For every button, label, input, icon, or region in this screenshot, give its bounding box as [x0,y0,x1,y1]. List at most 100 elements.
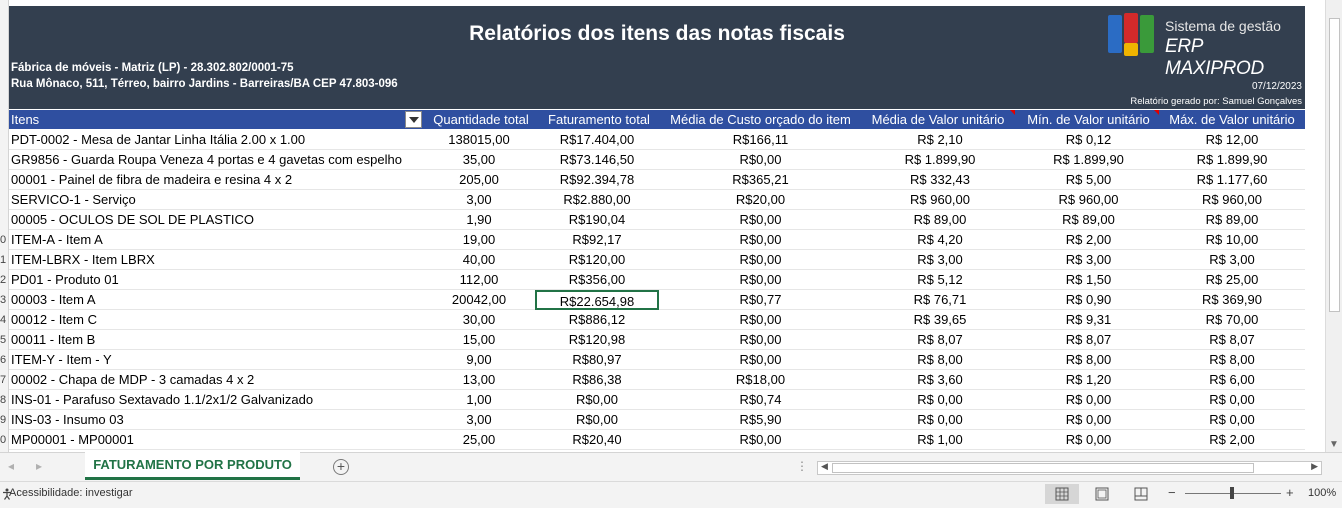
cell-item[interactable]: GR9856 - Guarda Roupa Veneza 4 portas e … [11,150,423,170]
row-number[interactable]: 9 [0,410,9,430]
table-row[interactable]: INS-01 - Parafuso Sextavado 1.1/2x1/2 Ga… [9,390,1305,410]
cell-revenue[interactable]: R$92.394,78 [535,170,659,190]
row-number[interactable]: 6 [0,350,9,370]
report-banner[interactable]: Relatórios dos itens das notas fiscais F… [9,6,1305,109]
row-number[interactable]: 8 [0,390,9,410]
cell-min-unit[interactable]: R$ 1.899,90 [1018,150,1159,170]
cell-qty[interactable]: 3,00 [423,190,535,210]
cell-qty[interactable]: 15,00 [423,330,535,350]
cell-revenue[interactable]: R$80,97 [535,350,659,370]
cell-avg-cost[interactable]: R$0,00 [659,330,862,350]
cell-max-unit[interactable]: R$ 3,00 [1159,250,1305,270]
cell-revenue[interactable]: R$886,12 [535,310,659,330]
header-min-unit[interactable]: Mín. de Valor unitário [1018,110,1159,129]
table-row[interactable]: ITEM-Y - Item - Y 9,00 R$80,97 R$0,00 R$ 8,0… [9,350,1305,370]
cell-qty[interactable]: 1,90 [423,210,535,230]
cell-avg-unit[interactable]: R$ 8,07 [862,330,1018,350]
cell-qty[interactable]: 3,00 [423,410,535,430]
scroll-left-arrow-icon[interactable]: ◀ [821,461,828,472]
cell-qty[interactable]: 112,00 [423,270,535,290]
cell-min-unit[interactable]: R$ 89,00 [1018,210,1159,230]
row-number[interactable]: 1 [0,250,9,270]
add-sheet-icon[interactable]: + [333,459,349,475]
cell-qty[interactable]: 25,00 [423,430,535,450]
cell-item[interactable]: ITEM-Y - Item - Y [11,350,423,370]
cell-min-unit[interactable]: R$ 8,00 [1018,350,1159,370]
row-number[interactable]: 0 [0,230,9,250]
cell-max-unit[interactable]: R$ 25,00 [1159,270,1305,290]
table-row[interactable]: 00002 - Chapa de MDP - 3 camadas 4 x 2 13… [9,370,1305,390]
table-row[interactable]: ITEM-A - Item A 19,00 R$92,17 R$0,00 R$ 4,20… [9,230,1305,250]
zoom-slider-knob[interactable] [1230,487,1234,499]
table-row[interactable]: 00001 - Painel de fibra de madeira e res… [9,170,1305,190]
cell-max-unit[interactable]: R$ 0,00 [1159,410,1305,430]
row-number[interactable]: 3 [0,290,9,310]
cell-avg-cost[interactable]: R$0,00 [659,250,862,270]
cell-item[interactable]: ITEM-A - Item A [11,230,423,250]
cell-avg-unit[interactable]: R$ 3,00 [862,250,1018,270]
cell-qty[interactable]: 13,00 [423,370,535,390]
cell-revenue[interactable]: R$356,00 [535,270,659,290]
cell-max-unit[interactable]: R$ 1.899,90 [1159,150,1305,170]
cell-avg-cost[interactable]: R$0,00 [659,430,862,450]
cell-avg-unit[interactable]: R$ 960,00 [862,190,1018,210]
vertical-scrollbar[interactable]: ▼ [1325,0,1342,452]
cell-item[interactable]: 00001 - Painel de fibra de madeira e res… [11,170,423,190]
row-number[interactable]: 4 [0,310,9,330]
header-avg-unit[interactable]: Média de Valor unitário [862,110,1014,129]
cell-item[interactable]: 00012 - Item C [11,310,423,330]
cell-revenue[interactable]: R$120,98 [535,330,659,350]
cell-max-unit[interactable]: R$ 70,00 [1159,310,1305,330]
table-row[interactable]: ITEM-LBRX - Item LBRX 40,00 R$120,00 R$0,00… [9,250,1305,270]
header-avg-cost[interactable]: Média de Custo orçado do item [659,110,862,129]
cell-avg-cost[interactable]: R$0,00 [659,150,862,170]
row-number[interactable]: 2 [0,270,9,290]
normal-view-button[interactable] [1045,484,1079,504]
cell-avg-unit[interactable]: R$ 3,60 [862,370,1018,390]
cell-max-unit[interactable]: R$ 89,00 [1159,210,1305,230]
cell-avg-unit[interactable]: R$ 8,00 [862,350,1018,370]
cell-avg-unit[interactable]: R$ 76,71 [862,290,1018,310]
cell-avg-unit[interactable]: R$ 0,00 [862,390,1018,410]
cell-qty[interactable]: 30,00 [423,310,535,330]
table-row[interactable]: 00011 - Item B 15,00 R$120,98 R$0,00 R$ 8,07… [9,330,1305,350]
worksheet[interactable]: 01234567890 Relatórios dos itens das not… [0,0,1325,452]
cell-avg-unit[interactable]: R$ 1.899,90 [862,150,1018,170]
cell-min-unit[interactable]: R$ 5,00 [1018,170,1159,190]
cell-min-unit[interactable]: R$ 1,20 [1018,370,1159,390]
row-number[interactable]: 7 [0,370,9,390]
cell-avg-cost[interactable]: R$0,00 [659,230,862,250]
cell-max-unit[interactable]: R$ 2,00 [1159,430,1305,450]
cell-avg-unit[interactable]: R$ 89,00 [862,210,1018,230]
cell-min-unit[interactable]: R$ 1,50 [1018,270,1159,290]
cell-avg-unit[interactable]: R$ 4,20 [862,230,1018,250]
cell-item[interactable]: 00011 - Item B [11,330,423,350]
cell-max-unit[interactable]: R$ 1.177,60 [1159,170,1305,190]
cell-max-unit[interactable]: R$ 6,00 [1159,370,1305,390]
cell-revenue[interactable]: R$86,38 [535,370,659,390]
cell-revenue[interactable]: R$120,00 [535,250,659,270]
next-sheet-arrow-icon[interactable]: ▸ [36,459,42,473]
page-layout-view-button[interactable] [1085,484,1119,504]
cell-min-unit[interactable]: R$ 0,00 [1018,430,1159,450]
zoom-in-button[interactable]: + [1286,485,1294,500]
cell-avg-cost[interactable]: R$0,77 [659,290,862,310]
cell-max-unit[interactable]: R$ 369,90 [1159,290,1305,310]
cell-min-unit[interactable]: R$ 2,00 [1018,230,1159,250]
table-row[interactable]: GR9856 - Guarda Roupa Veneza 4 portas e … [9,150,1305,170]
header-revenue[interactable]: Faturamento total [537,110,661,129]
scroll-down-arrow-icon[interactable]: ▼ [1329,439,1339,450]
cell-revenue[interactable]: R$2.880,00 [535,190,659,210]
cell-avg-unit[interactable]: R$ 1,00 [862,430,1018,450]
row-number[interactable]: 5 [0,330,9,350]
cell-max-unit[interactable]: R$ 12,00 [1159,130,1305,150]
cell-qty[interactable]: 19,00 [423,230,535,250]
header-max-unit[interactable]: Máx. de Valor unitário [1159,110,1305,129]
cell-avg-cost[interactable]: R$5,90 [659,410,862,430]
cell-min-unit[interactable]: R$ 0,90 [1018,290,1159,310]
cell-avg-cost[interactable]: R$20,00 [659,190,862,210]
cell-min-unit[interactable]: R$ 0,00 [1018,390,1159,410]
cell-avg-cost[interactable]: R$0,74 [659,390,862,410]
cell-item[interactable]: MP00001 - MP00001 [11,430,423,450]
sheet-tab-faturamento[interactable]: FATURAMENTO POR PRODUTO [85,452,300,480]
